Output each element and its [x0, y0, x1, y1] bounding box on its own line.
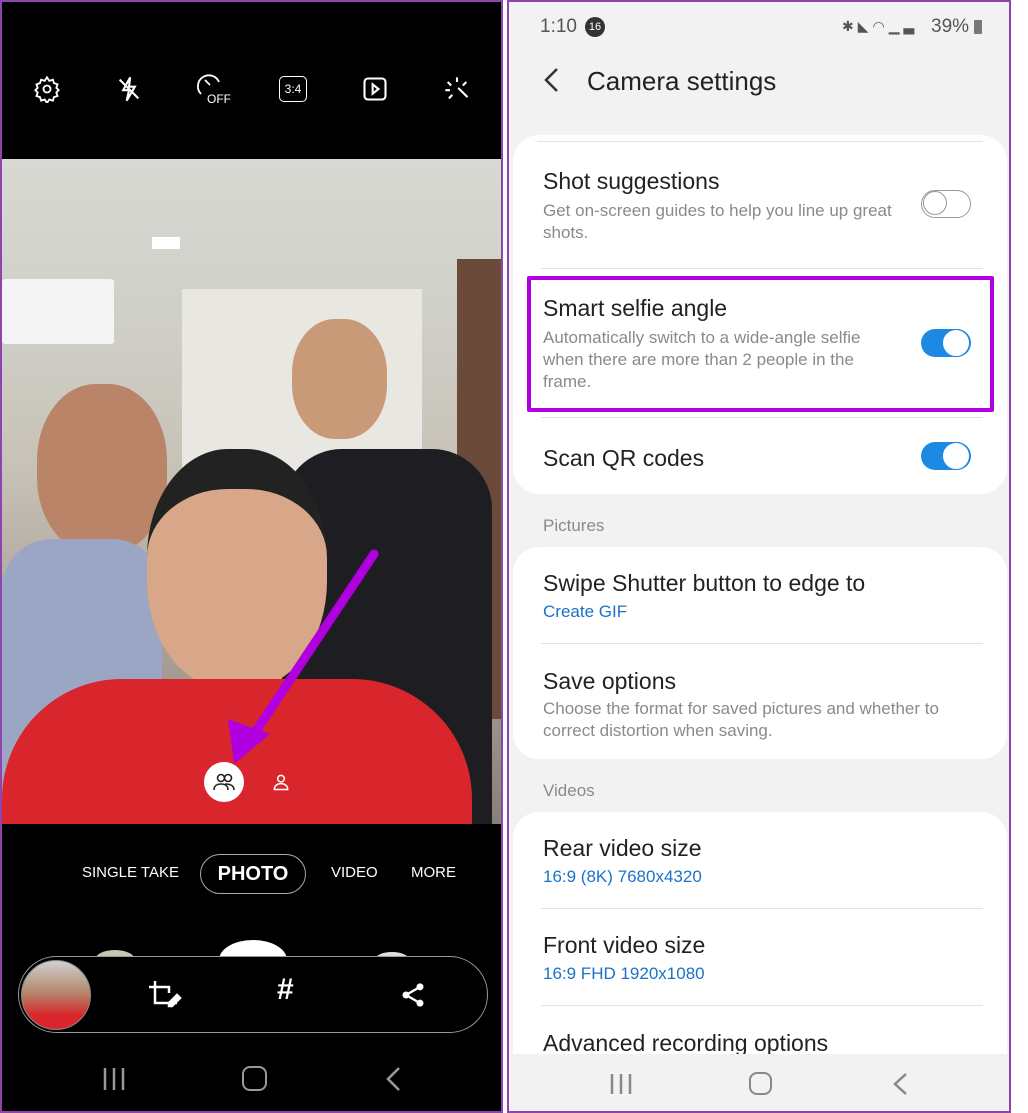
battery-icon: [974, 20, 982, 34]
status-time: 1:10: [540, 16, 577, 37]
highlight-box: [527, 276, 994, 412]
mode-photo[interactable]: PHOTO: [200, 854, 306, 894]
setting-title: Save options: [543, 668, 676, 694]
crop-edit-icon[interactable]: [147, 979, 183, 1016]
motion-photo-icon[interactable]: [358, 72, 392, 106]
hashtag-icon[interactable]: #: [277, 973, 294, 1007]
notification-badge: 16: [585, 17, 605, 37]
setting-title: Shot suggestions: [543, 168, 720, 194]
bluetooth-icon: ✱: [842, 18, 858, 34]
scan-qr-toggle[interactable]: [921, 442, 971, 470]
setting-value: 16:9 FHD 1920x1080: [543, 964, 705, 983]
setting-rear-video-size[interactable]: Rear video size 16:9 (8K) 7680x4320: [513, 812, 1007, 908]
home-button[interactable]: [242, 1066, 267, 1091]
setting-title: Scan QR codes: [543, 445, 705, 471]
setting-title: Advanced recording options: [543, 1030, 829, 1056]
setting-value: 16:9 (8K) 7680x4320: [543, 867, 702, 886]
camera-screen: OFF 3:4 SINGLE TAKE PHOTO VIDEO MORE #: [0, 0, 503, 1113]
flash-off-icon[interactable]: [112, 72, 146, 106]
shot-suggestions-toggle[interactable]: [921, 190, 971, 218]
setting-scan-qr-codes[interactable]: Scan QR codes: [513, 418, 1007, 494]
section-header-pictures: Pictures: [543, 516, 605, 535]
setting-front-video-size[interactable]: Front video size 16:9 FHD 1920x1080: [513, 909, 1007, 1005]
annotation-arrow: [228, 549, 379, 764]
gallery-thumbnail[interactable]: [21, 960, 91, 1030]
settings-screen: 1:10 16 ✱◣◠▁▃ 39% Camera settings Shot s…: [507, 0, 1011, 1113]
timer-off-icon[interactable]: OFF: [194, 72, 234, 106]
svg-text:OFF: OFF: [207, 92, 231, 106]
setting-title: Rear video size: [543, 835, 702, 861]
aspect-ratio-icon[interactable]: 3:4: [276, 72, 310, 106]
general-card: Shot suggestions Get on-screen guides to…: [513, 135, 1007, 494]
setting-subtitle: Choose the format for saved pictures and…: [543, 699, 939, 740]
signal-icon: ▁▃: [888, 18, 919, 34]
mode-video[interactable]: VIDEO: [331, 864, 378, 881]
recents-button[interactable]: [102, 1066, 126, 1097]
aspect-ratio-label: 3:4: [279, 76, 307, 102]
share-icon[interactable]: [399, 981, 427, 1014]
back-button[interactable]: [543, 66, 559, 99]
wifi-icon: ◠: [872, 18, 889, 34]
page-title: Camera settings: [587, 66, 777, 96]
back-button[interactable]: [385, 1066, 401, 1097]
navigation-bar: [509, 1054, 1009, 1111]
mode-single-take[interactable]: SINGLE TAKE: [82, 864, 179, 881]
setting-title: Front video size: [543, 932, 706, 958]
quick-share-toolbar: #: [18, 956, 488, 1033]
setting-value: Create GIF: [543, 602, 628, 621]
pictures-card: Swipe Shutter button to edge to Create G…: [513, 547, 1007, 759]
home-button[interactable]: [749, 1072, 772, 1095]
mode-more[interactable]: MORE: [411, 864, 456, 881]
setting-shot-suggestions[interactable]: Shot suggestions Get on-screen guides to…: [513, 155, 1007, 265]
setting-subtitle: Get on-screen guides to help you line up…: [543, 201, 892, 242]
setting-save-options[interactable]: Save options Choose the format for saved…: [513, 644, 1007, 759]
status-icons: ✱◣◠▁▃: [842, 18, 918, 35]
camera-preview[interactable]: [2, 159, 501, 824]
setting-title: Swipe Shutter button to edge to: [543, 570, 866, 596]
filter-effects-icon[interactable]: [440, 72, 474, 106]
back-button[interactable]: [892, 1072, 908, 1101]
settings-icon[interactable]: [30, 72, 64, 106]
section-header-videos: Videos: [543, 781, 595, 800]
recents-button[interactable]: [609, 1072, 633, 1101]
battery-level: 39%: [931, 16, 970, 37]
mute-icon: ◣: [857, 18, 873, 34]
setting-swipe-shutter[interactable]: Swipe Shutter button to edge to Create G…: [513, 547, 1007, 643]
